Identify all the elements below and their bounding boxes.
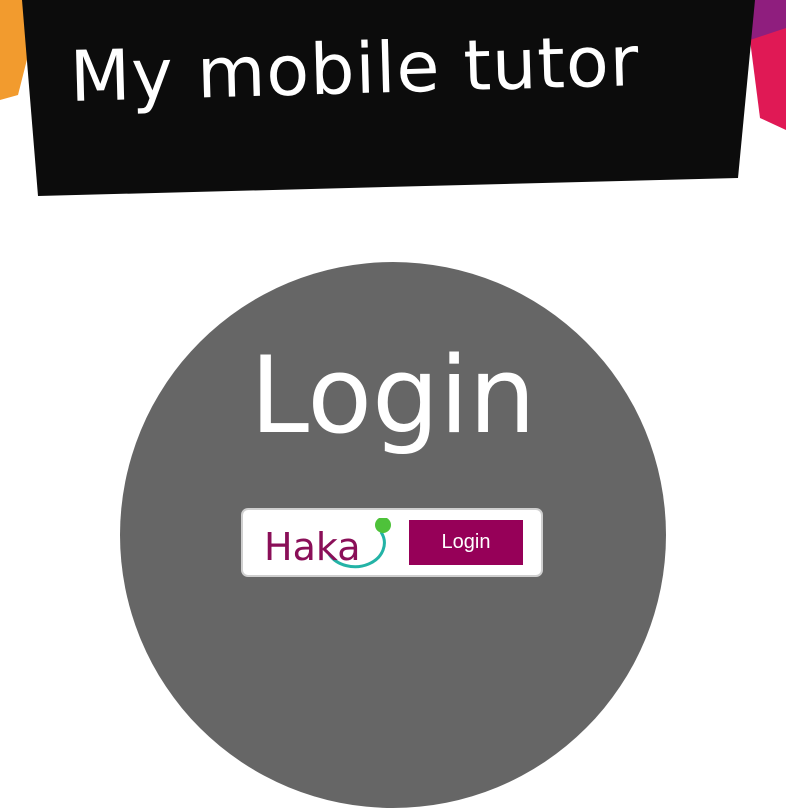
haka-brand-text: Haka [264, 525, 361, 569]
page-title: Login [250, 334, 536, 457]
haka-dot [375, 518, 391, 533]
crimson-shape [750, 28, 786, 130]
haka-logo: Haka [263, 518, 401, 574]
header-banner: My mobile tutor [0, 0, 786, 210]
haka-login-button[interactable]: Login [409, 520, 523, 565]
haka-login-card: Haka Login [241, 508, 543, 577]
